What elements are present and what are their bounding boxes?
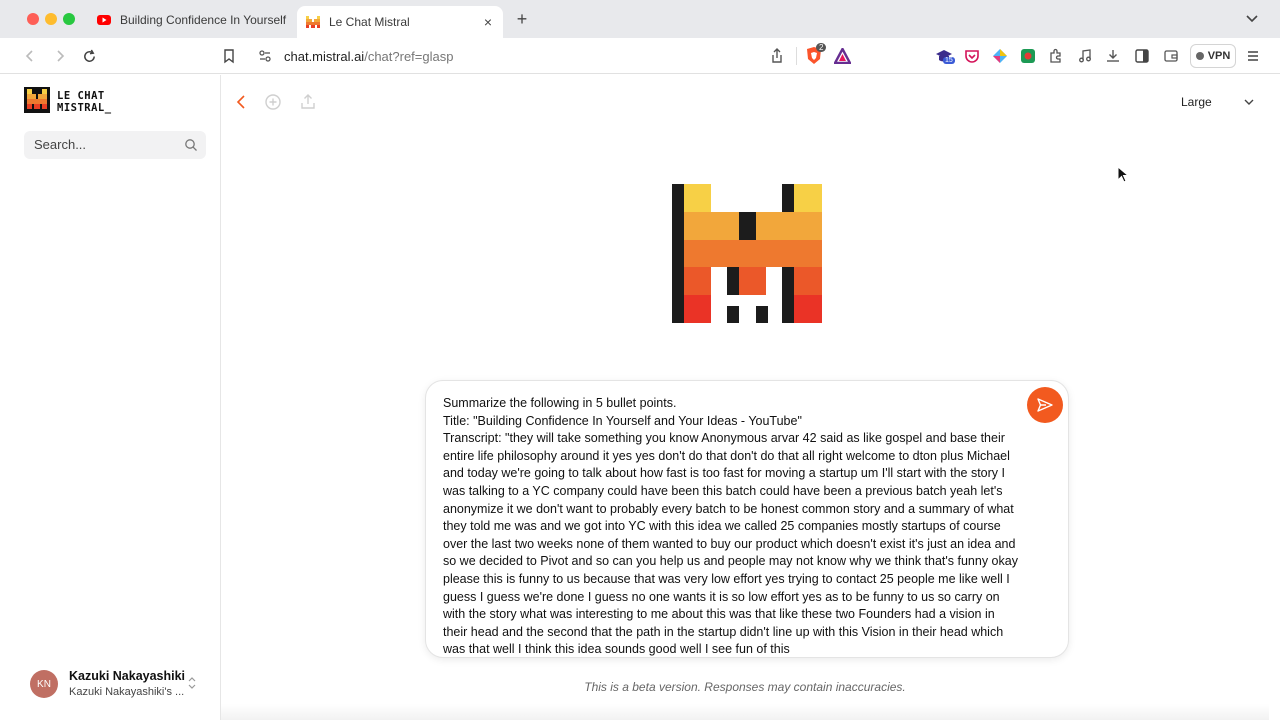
music-note-icon bbox=[1079, 49, 1091, 63]
user-menu[interactable]: KN Kazuki Nakayashiki Kazuki Nakayashiki… bbox=[30, 668, 206, 702]
chevron-down-icon[interactable] bbox=[1244, 10, 1260, 26]
url-path: /chat?ref=glasp bbox=[364, 49, 454, 64]
url-text: chat.mistral.ai/chat?ref=glasp bbox=[284, 49, 453, 64]
model-select[interactable]: Large bbox=[1181, 95, 1212, 109]
send-icon bbox=[1037, 398, 1053, 412]
tab-title: Le Chat Mistral bbox=[329, 15, 410, 29]
le-chat-logo-icon[interactable] bbox=[24, 87, 50, 113]
sidebar-icon bbox=[1135, 49, 1149, 63]
chevron-left-icon[interactable] bbox=[233, 93, 251, 111]
back-arrow-icon bbox=[25, 50, 33, 62]
logo-wordmark[interactable]: LE CHAT MISTRAL_ bbox=[57, 90, 112, 114]
downloads-button[interactable] bbox=[1104, 47, 1122, 65]
close-window-button[interactable] bbox=[27, 13, 39, 25]
user-workspace: Kazuki Nakayashiki's ... bbox=[69, 686, 185, 698]
vpn-button[interactable]: VPN bbox=[1190, 44, 1236, 68]
prompt-composer[interactable]: Summarize the following in 5 bullet poin… bbox=[425, 380, 1069, 658]
forward-button[interactable] bbox=[51, 47, 69, 65]
site-settings-icon[interactable] bbox=[258, 49, 272, 63]
main-panel: Large Summarize the following in 5 bulle… bbox=[221, 75, 1269, 720]
beta-disclaimer: This is a beta version. Responses may co… bbox=[584, 680, 906, 694]
youtube-icon bbox=[97, 15, 111, 25]
minimize-window-button[interactable] bbox=[45, 13, 57, 25]
wallet-button[interactable] bbox=[1162, 47, 1180, 65]
record-icon bbox=[1021, 49, 1035, 63]
extension-1[interactable]: 15 bbox=[935, 47, 955, 65]
search-box[interactable] bbox=[24, 131, 206, 159]
bottom-fade bbox=[221, 704, 1269, 720]
tab-strip: Building Confidence In Yourself and Your… bbox=[0, 0, 1280, 38]
menu-button[interactable] bbox=[1244, 47, 1262, 65]
chevron-down-icon[interactable] bbox=[1243, 96, 1255, 108]
shields-count-badge: 2 bbox=[816, 43, 827, 52]
share-icon[interactable] bbox=[770, 48, 784, 64]
back-button[interactable] bbox=[21, 47, 39, 65]
share-icon[interactable] bbox=[299, 93, 317, 111]
diamond-icon bbox=[993, 49, 1007, 63]
reload-button[interactable] bbox=[80, 47, 98, 65]
avatar: KN bbox=[30, 670, 58, 698]
prompt-textarea[interactable]: Summarize the following in 5 bullet poin… bbox=[443, 395, 1019, 657]
new-tab-button[interactable]: + bbox=[512, 9, 532, 30]
extension-green[interactable] bbox=[1019, 47, 1037, 65]
tab-title: Building Confidence In Yourself and Your… bbox=[120, 13, 288, 27]
bookmark-button[interactable] bbox=[220, 47, 238, 65]
sidebar: LE CHAT MISTRAL_ KN Kazuki Nakayashiki K… bbox=[12, 75, 221, 720]
mistral-logo-icon bbox=[672, 184, 822, 323]
chevron-up-down-icon bbox=[188, 677, 196, 689]
zoom-window-button[interactable] bbox=[63, 13, 75, 25]
sidebar-toggle-button[interactable] bbox=[1133, 47, 1151, 65]
brave-rewards-icon[interactable] bbox=[834, 48, 851, 64]
url-host: chat.mistral.ai bbox=[284, 49, 365, 64]
send-button[interactable] bbox=[1027, 387, 1063, 423]
user-name: Kazuki Nakayashiki bbox=[69, 669, 186, 683]
extensions-button[interactable] bbox=[1047, 47, 1065, 65]
vpn-status-icon bbox=[1195, 52, 1204, 60]
reload-icon bbox=[83, 49, 95, 62]
logo-line-1: LE CHAT bbox=[57, 90, 105, 102]
mistral-icon bbox=[306, 16, 320, 28]
tab-youtube[interactable]: Building Confidence In Yourself and Your… bbox=[88, 6, 288, 34]
media-button[interactable] bbox=[1076, 47, 1094, 65]
mouse-pointer-icon bbox=[1117, 166, 1129, 183]
pocket-icon bbox=[965, 50, 979, 63]
tab-le-chat-mistral[interactable]: Le Chat Mistral × bbox=[297, 6, 503, 38]
logo-line-2: MISTRAL_ bbox=[57, 102, 112, 114]
puzzle-icon bbox=[1050, 48, 1061, 63]
extension-color[interactable] bbox=[991, 47, 1009, 65]
download-icon bbox=[1107, 50, 1119, 62]
extension-badge: 15 bbox=[943, 57, 955, 64]
wallet-icon bbox=[1164, 50, 1178, 62]
browser-window: Building Confidence In Yourself and Your… bbox=[0, 0, 1280, 720]
new-chat-icon[interactable] bbox=[264, 93, 282, 111]
forward-arrow-icon bbox=[57, 50, 65, 62]
vpn-label: VPN bbox=[1207, 50, 1231, 62]
search-input[interactable] bbox=[34, 137, 174, 152]
bookmark-icon bbox=[224, 49, 234, 64]
browser-toolbar: chat.mistral.ai/chat?ref=glasp 2 15 VPN bbox=[0, 38, 1280, 74]
address-bar[interactable]: chat.mistral.ai/chat?ref=glasp 2 bbox=[250, 41, 858, 71]
search-icon[interactable] bbox=[184, 138, 198, 152]
extension-pocket[interactable] bbox=[963, 47, 981, 65]
close-tab-button[interactable]: × bbox=[479, 14, 497, 30]
hamburger-icon bbox=[1248, 51, 1258, 61]
divider bbox=[796, 47, 797, 65]
